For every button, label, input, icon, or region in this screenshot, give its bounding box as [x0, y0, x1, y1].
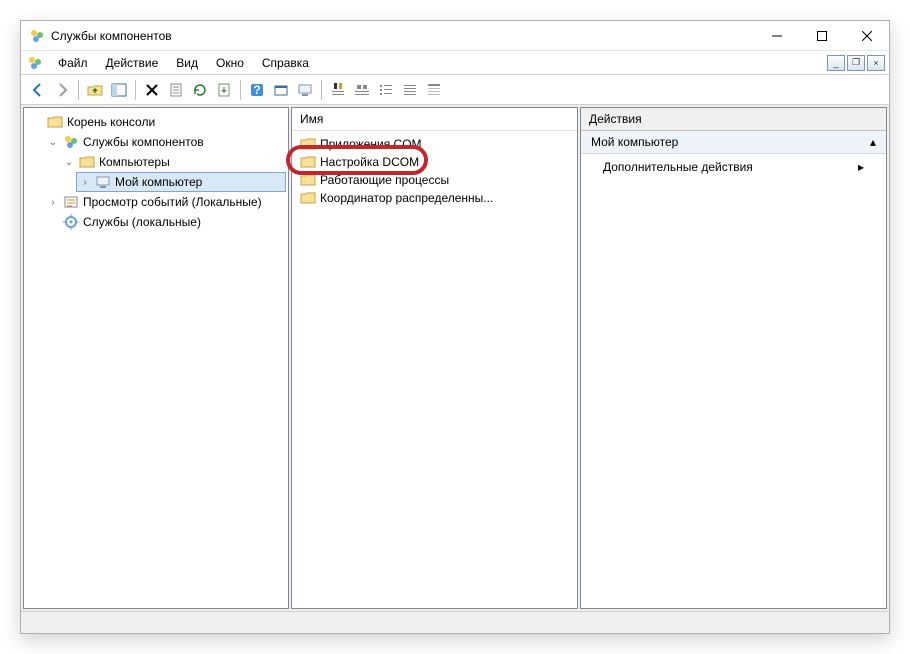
- computer-button[interactable]: [294, 79, 316, 101]
- actions-body: Мой компьютер ▴ Дополнительные действия …: [581, 131, 886, 180]
- actions-pane: Действия Мой компьютер ▴ Дополнительные …: [580, 107, 887, 609]
- separator: [321, 80, 322, 100]
- list-label: Приложения COM: [320, 137, 422, 151]
- folder-icon: [47, 114, 63, 130]
- minimize-button[interactable]: [754, 21, 799, 50]
- menu-file[interactable]: Файл: [49, 52, 97, 74]
- list-item-processes[interactable]: Работающие процессы: [298, 171, 571, 189]
- maximize-button[interactable]: [799, 21, 844, 50]
- menubar: Файл Действие Вид Окно Справка: [27, 51, 827, 74]
- component-services-window: Службы компонентов Файл Действие Вид Окн…: [20, 20, 890, 634]
- collapse-arrow-icon: ▴: [870, 135, 876, 149]
- component-services-icon: [63, 134, 79, 150]
- folder-icon: [79, 154, 95, 170]
- column-header-name[interactable]: Имя: [292, 108, 577, 131]
- export-list-button[interactable]: [213, 79, 235, 101]
- tree-pane[interactable]: Корень консоли ⌄ Службы компонентов: [23, 107, 289, 609]
- folder-icon: [300, 136, 316, 152]
- view-detail-button[interactable]: [423, 79, 445, 101]
- menu-help[interactable]: Справка: [253, 52, 318, 74]
- services-icon: [63, 214, 79, 230]
- list-body[interactable]: Приложения COM Настройка DCOM Работающие…: [292, 131, 577, 608]
- actions-header: Действия: [581, 108, 886, 131]
- tree-root[interactable]: Корень консоли: [28, 112, 286, 132]
- show-hide-tree-button[interactable]: [108, 79, 130, 101]
- list-label: Работающие процессы: [320, 173, 449, 187]
- back-button[interactable]: [27, 79, 49, 101]
- menu-view[interactable]: Вид: [167, 52, 207, 74]
- new-window-button[interactable]: [270, 79, 292, 101]
- statusbar: [21, 611, 889, 633]
- tree-label: Службы компонентов: [83, 135, 204, 149]
- menu-app-icon: [27, 55, 43, 71]
- up-folder-button[interactable]: [84, 79, 106, 101]
- menubar-row: Файл Действие Вид Окно Справка _ ❐ ×: [21, 51, 889, 75]
- app-icon: [29, 28, 45, 44]
- view-list-button[interactable]: [399, 79, 421, 101]
- mdi-controls: _ ❐ ×: [827, 51, 885, 74]
- mdi-close-button[interactable]: ×: [867, 55, 885, 71]
- view-small-icons-button[interactable]: [375, 79, 397, 101]
- tree-label: Корень консоли: [67, 115, 155, 129]
- window-controls: [754, 21, 889, 50]
- console-tree[interactable]: Корень консоли ⌄ Службы компонентов: [26, 112, 286, 232]
- separator: [135, 80, 136, 100]
- expand-icon[interactable]: ›: [47, 197, 59, 208]
- list-item-com-apps[interactable]: Приложения COM: [298, 135, 571, 153]
- event-viewer-icon: [63, 194, 79, 210]
- computer-icon: [95, 174, 111, 190]
- toolbar: ?: [21, 75, 889, 105]
- tree-my-computer[interactable]: › Мой компьютер: [76, 172, 286, 192]
- submenu-arrow-icon: ▸: [858, 160, 864, 174]
- list-item-dcom[interactable]: Настройка DCOM: [298, 153, 571, 171]
- tree-label: Компьютеры: [99, 155, 170, 169]
- forward-button[interactable]: [51, 79, 73, 101]
- menu-action[interactable]: Действие: [97, 52, 168, 74]
- tree-component-services[interactable]: ⌄ Службы компонентов: [44, 132, 286, 152]
- titlebar: Службы компонентов: [21, 21, 889, 51]
- folder-icon: [300, 172, 316, 188]
- collapse-icon[interactable]: ⌄: [47, 137, 59, 148]
- window-title: Службы компонентов: [51, 29, 754, 43]
- delete-button[interactable]: [141, 79, 163, 101]
- expand-icon[interactable]: ›: [79, 177, 91, 188]
- refresh-button[interactable]: [189, 79, 211, 101]
- mdi-restore-button[interactable]: ❐: [847, 55, 865, 71]
- view-status-button[interactable]: [327, 79, 349, 101]
- view-large-icons-button[interactable]: [351, 79, 373, 101]
- list-item-dtc[interactable]: Координатор распределенны...: [298, 189, 571, 207]
- tree-label: Просмотр событий (Локальные): [83, 195, 262, 209]
- folder-icon: [300, 190, 316, 206]
- tree-label: Службы (локальные): [83, 215, 201, 229]
- separator: [78, 80, 79, 100]
- actions-more-label: Дополнительные действия: [603, 160, 753, 174]
- actions-section-my-computer[interactable]: Мой компьютер ▴: [581, 131, 886, 154]
- actions-section-title: Мой компьютер: [591, 135, 678, 149]
- tree-event-viewer[interactable]: › Просмотр событий (Локальные): [44, 192, 286, 212]
- help-button[interactable]: ?: [246, 79, 268, 101]
- svg-text:?: ?: [253, 83, 260, 97]
- list-pane: Имя Приложения COM Настройка DCOM Работа…: [291, 107, 578, 609]
- actions-more-link[interactable]: Дополнительные действия ▸: [581, 154, 886, 180]
- body: Корень консоли ⌄ Службы компонентов: [21, 105, 889, 611]
- menu-window[interactable]: Окно: [207, 52, 253, 74]
- properties-button[interactable]: [165, 79, 187, 101]
- separator: [240, 80, 241, 100]
- tree-services-local[interactable]: Службы (локальные): [44, 212, 286, 232]
- close-button[interactable]: [844, 21, 889, 50]
- collapse-icon[interactable]: ⌄: [63, 157, 75, 168]
- folder-icon: [300, 154, 316, 170]
- tree-computers[interactable]: ⌄ Компьютеры: [60, 152, 286, 172]
- mdi-minimize-button[interactable]: _: [827, 55, 845, 71]
- list-label: Настройка DCOM: [320, 155, 419, 169]
- list-label: Координатор распределенны...: [320, 191, 493, 205]
- tree-label: Мой компьютер: [115, 175, 202, 189]
